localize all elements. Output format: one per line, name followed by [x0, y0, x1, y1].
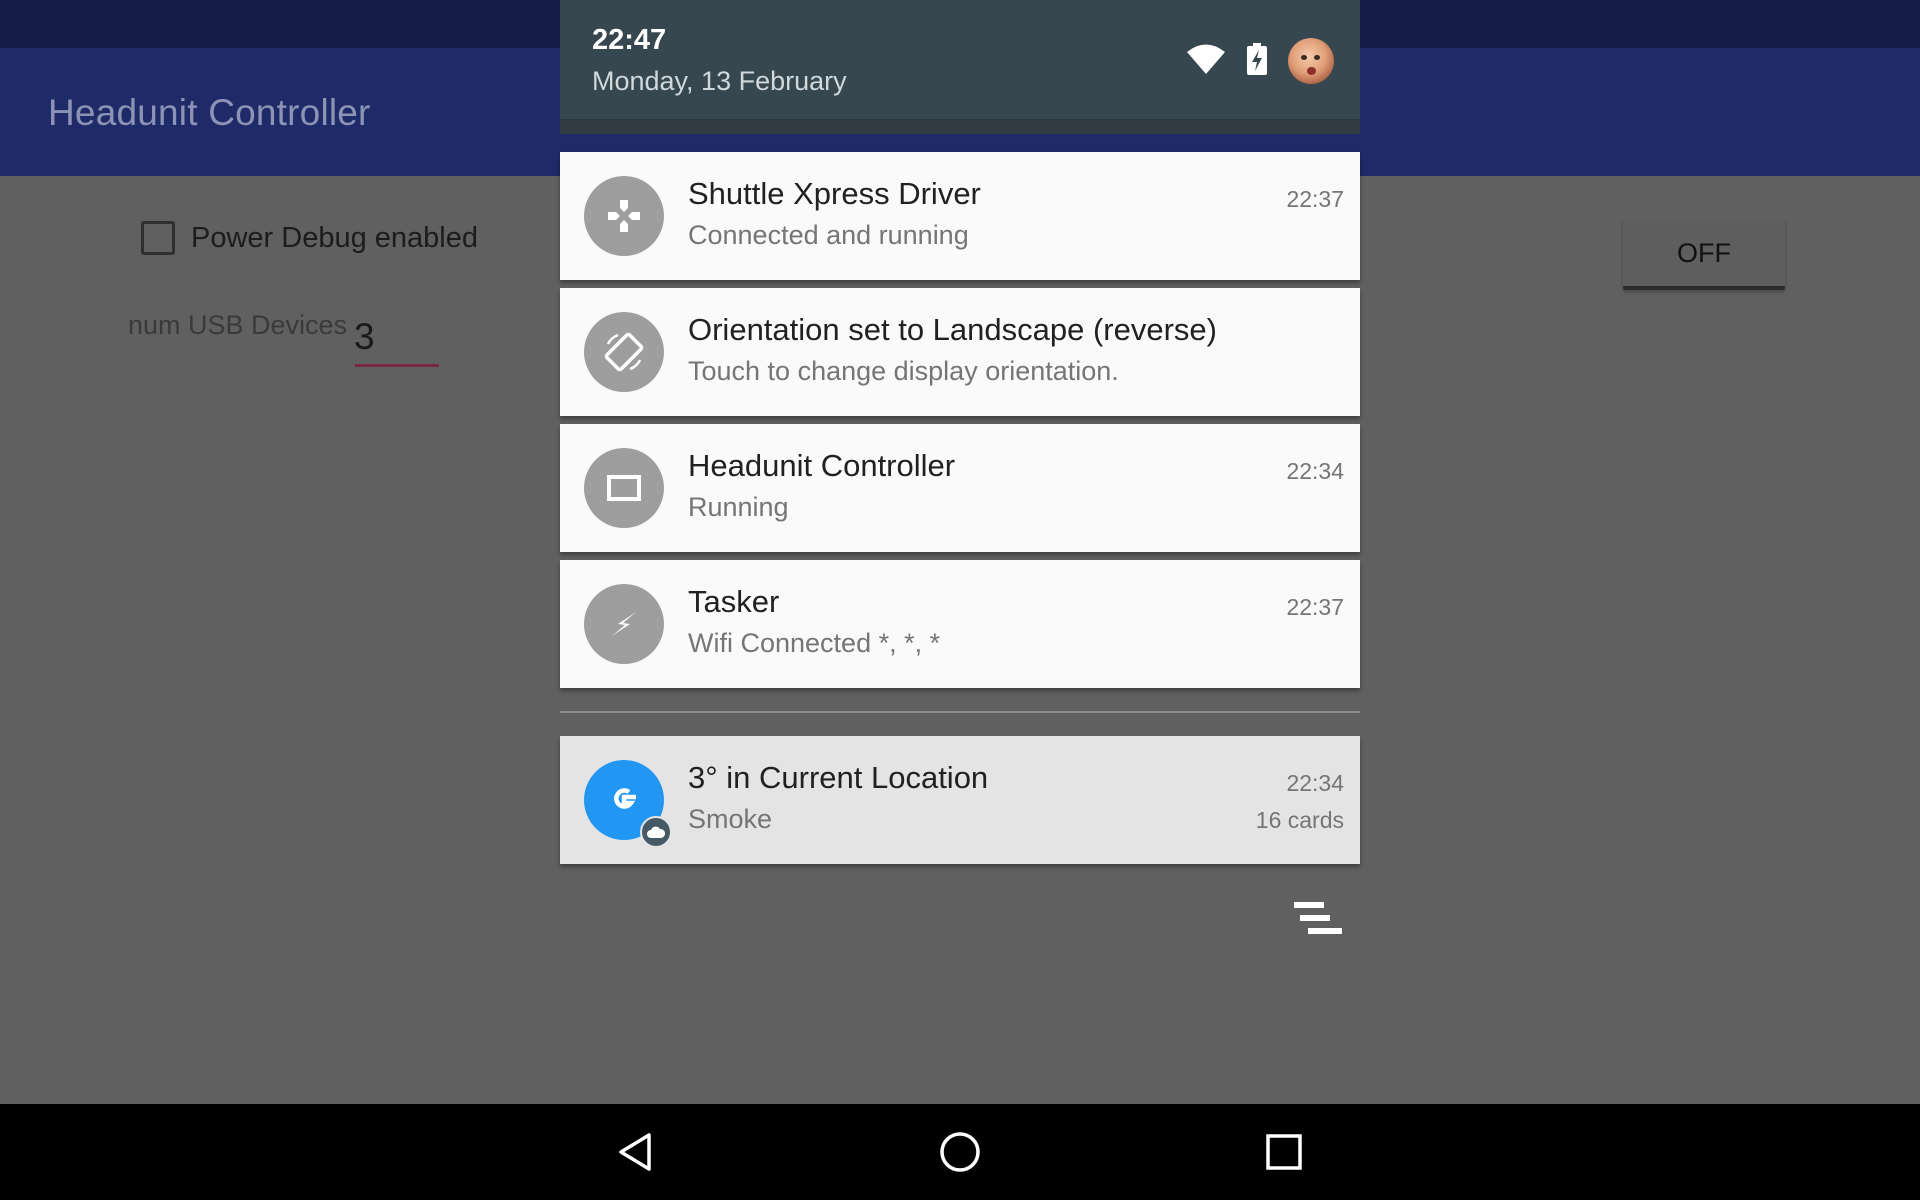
notification-card-orientation[interactable]: Orientation set to Landscape (reverse) T… [560, 288, 1360, 416]
clear-all-icon[interactable] [1290, 898, 1346, 942]
notification-section-divider [560, 711, 1360, 713]
battery-charging-icon [1246, 42, 1268, 80]
shade-date[interactable]: Monday, 13 February [592, 66, 847, 97]
notification-time: 22:37 [1286, 186, 1344, 212]
usb-devices-label: num USB Devices [128, 310, 348, 340]
lightning-icon [584, 584, 664, 664]
power-debug-label: Power Debug enabled [191, 221, 478, 254]
notification-text: Connected and running [688, 220, 969, 250]
off-button[interactable]: OFF [1623, 220, 1785, 290]
notification-title: 3° in Current Location [688, 760, 989, 795]
notification-title: Shuttle Xpress Driver [688, 176, 981, 211]
shade-status-icons [1186, 38, 1334, 84]
notification-time: 22:34 [1286, 458, 1344, 484]
notification-time: 22:34 [1286, 770, 1344, 796]
back-icon[interactable] [608, 1124, 664, 1180]
notification-card-shuttle-xpress[interactable]: Shuttle Xpress Driver Connected and runn… [560, 152, 1360, 280]
notification-title: Headunit Controller [688, 448, 956, 483]
screen-icon [584, 448, 664, 528]
notification-text: Smoke [688, 804, 773, 834]
recents-icon[interactable] [1256, 1124, 1312, 1180]
notification-time: 22:37 [1286, 594, 1344, 620]
notification-card-google-weather[interactable]: 3° in Current Location Smoke 22:34 16 ca… [560, 736, 1360, 864]
notification-text: Running [688, 492, 789, 522]
gamepad-icon [584, 176, 664, 256]
app-title: Headunit Controller [48, 92, 371, 133]
user-avatar[interactable] [1288, 38, 1334, 84]
notification-card-headunit-controller[interactable]: Headunit Controller Running 22:34 [560, 424, 1360, 552]
power-debug-checkbox[interactable] [141, 221, 175, 255]
cloud-icon [640, 816, 672, 848]
notification-text: Touch to change display orientation. [688, 356, 1119, 386]
power-debug-checkbox-row[interactable]: Power Debug enabled [141, 221, 478, 255]
notification-title: Tasker [688, 584, 780, 619]
home-icon[interactable] [932, 1124, 988, 1180]
shade-clock: 22:47 [592, 24, 667, 56]
usb-devices-input[interactable]: 3 [354, 316, 375, 358]
notification-text: Wifi Connected *, *, * [688, 628, 941, 658]
notification-card-count: 16 cards [1255, 807, 1344, 833]
usb-devices-input-underline [355, 364, 439, 367]
wifi-icon [1186, 43, 1226, 80]
notification-title: Orientation set to Landscape (reverse) [688, 312, 1217, 347]
quick-settings-header-edge [560, 120, 1360, 134]
screen-rotation-icon [584, 312, 664, 392]
notification-card-tasker[interactable]: Tasker Wifi Connected *, *, * 22:37 [560, 560, 1360, 688]
